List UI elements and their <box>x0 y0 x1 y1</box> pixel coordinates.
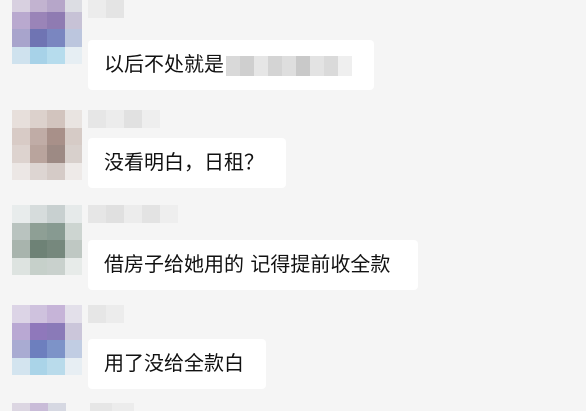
redaction-blur-icon <box>226 55 352 76</box>
message-text: 用了没给全款白 <box>104 351 244 375</box>
message-text: 没看明白，日租？ <box>104 150 264 174</box>
next-message-blurred <box>0 403 586 411</box>
message-bubble[interactable]: 借房子给她用的 记得提前收全款 <box>88 240 418 290</box>
sender-name-blurred <box>88 110 160 128</box>
message-text: 借房子给她用的 记得提前收全款 <box>104 252 391 276</box>
avatar-blurred-icon[interactable] <box>12 110 82 180</box>
avatar-blurred-icon[interactable] <box>12 305 82 375</box>
message-text: 以后不处就是 <box>104 52 224 76</box>
avatar-blurred-icon[interactable] <box>12 205 82 275</box>
sender-name-blurred <box>88 0 124 18</box>
message-bubble[interactable]: 没看明白，日租？ <box>88 138 286 188</box>
avatar-blurred-icon[interactable] <box>12 0 82 64</box>
message-bubble[interactable]: 以后不处就是 <box>88 40 374 90</box>
message-bubble[interactable]: 用了没给全款白 <box>88 339 266 389</box>
sender-name-blurred <box>88 205 178 223</box>
sender-name-blurred <box>88 305 124 323</box>
